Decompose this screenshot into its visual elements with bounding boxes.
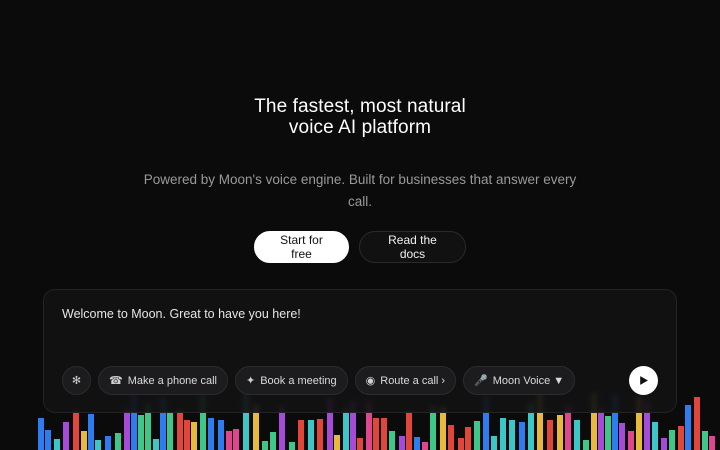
equalizer-bar [153,439,159,450]
chip-label: Route a call › [380,374,446,387]
welcome-message[interactable]: Welcome to Moon. Great to have you here! [62,307,301,321]
equalizer-bar [73,410,79,450]
hero: The fastest, most natural voice AI platf… [0,96,720,263]
equalizer-bar [500,418,506,450]
send-button[interactable] [629,366,658,395]
equalizer-bar [491,436,497,450]
equalizer-bar [233,429,239,450]
equalizer-bar [465,427,471,450]
equalizer-bar [598,409,604,450]
equalizer-bar [557,415,563,450]
equalizer-bar [381,418,387,450]
equalizer-bar [414,437,420,450]
equalizer-bar [124,409,130,450]
equalizer-bar [317,419,323,450]
equalizer-bar [519,422,525,450]
equalizer-bar [661,438,667,450]
equalizer-bar [605,416,611,450]
equalizer-bar [226,431,232,450]
equalizer-bar [583,440,589,450]
hero-title-line2: voice AI platform [288,117,432,138]
equalizer-bar [38,418,44,450]
equalizer-bar [678,426,684,450]
equalizer-bar [574,420,580,450]
chip-label: Make a phone call [127,374,217,387]
equalizer-bar [167,412,173,450]
equalizer-bar [373,418,379,450]
equalizer-bar [619,423,625,450]
equalizer-bar [184,420,190,450]
equalizer-bar [547,420,553,450]
equalizer-bar [138,415,144,450]
equalizer-bar [262,441,268,450]
route-call-chip[interactable]: ◉ Route a call › [354,366,457,395]
cta-group: Start for free Read the docs [0,231,720,263]
equalizer-bar [399,436,405,450]
hero-title: The fastest, most natural voice AI platf… [0,96,720,138]
book-meeting-chip[interactable]: ✦ Book a meeting [234,366,348,395]
equalizer-bar [669,430,675,450]
chip-label: Moon Voice ▼ [492,374,565,387]
equalizer-bar [54,439,60,450]
equalizer-bar [406,411,412,450]
composer-panel: Welcome to Moon. Great to have you here!… [43,289,677,413]
radio-icon: ◉ [365,375,376,387]
equalizer-bar [63,422,69,450]
chip-label: Book a meeting [260,374,337,387]
play-icon [640,376,648,385]
sparkle-icon: ✦ [245,375,256,387]
equalizer-bar [509,420,515,450]
equalizer-bar [81,431,87,450]
sparkle-icon[interactable]: ✻ [62,366,91,395]
hero-title-line1: The fastest, most natural [254,96,466,117]
equalizer-bar [440,407,446,450]
equalizer-bar [270,432,276,450]
equalizer-bar [474,421,480,450]
phone-icon: ☎ [109,375,123,387]
make-phone-call-chip[interactable]: ☎ Make a phone call [98,366,228,395]
hero-subtitle: Powered by Moon's voice engine. Built fo… [143,172,577,209]
equalizer-bar [208,418,214,450]
composer-tools: ✻ ☎ Make a phone call ✦ Book a meeting ◉… [62,366,576,395]
equalizer-bar [702,431,708,450]
equalizer-bar [652,422,658,450]
equalizer-bar [191,422,197,450]
equalizer-bar [422,442,428,450]
equalizer-bar [458,438,464,450]
start-for-free-button[interactable]: Start for free [254,231,349,263]
equalizer-bar [709,436,715,450]
equalizer-bar [308,420,314,450]
read-the-docs-button[interactable]: Read the docs [359,231,466,263]
equalizer-bar [628,431,634,450]
equalizer-bar [88,414,94,450]
equalizer-bar [45,430,51,450]
equalizer-bar [334,435,340,450]
microphone-icon: 🎤 [474,375,488,387]
equalizer-bar [289,442,295,450]
equalizer-bar [694,397,700,450]
page: The fastest, most natural voice AI platf… [0,0,720,450]
equalizer-bar [115,433,121,450]
equalizer-bar [218,420,224,450]
equalizer-bar [105,436,111,450]
equalizer-bar [298,420,304,450]
equalizer-bar [448,425,454,450]
equalizer-bar [389,431,395,450]
voice-select[interactable]: 🎤 Moon Voice ▼ [463,366,576,395]
equalizer-bar [95,440,101,450]
equalizer-bar [343,409,349,450]
equalizer-bar [357,438,363,450]
equalizer-bar [685,405,691,450]
equalizer-bar [177,410,183,450]
